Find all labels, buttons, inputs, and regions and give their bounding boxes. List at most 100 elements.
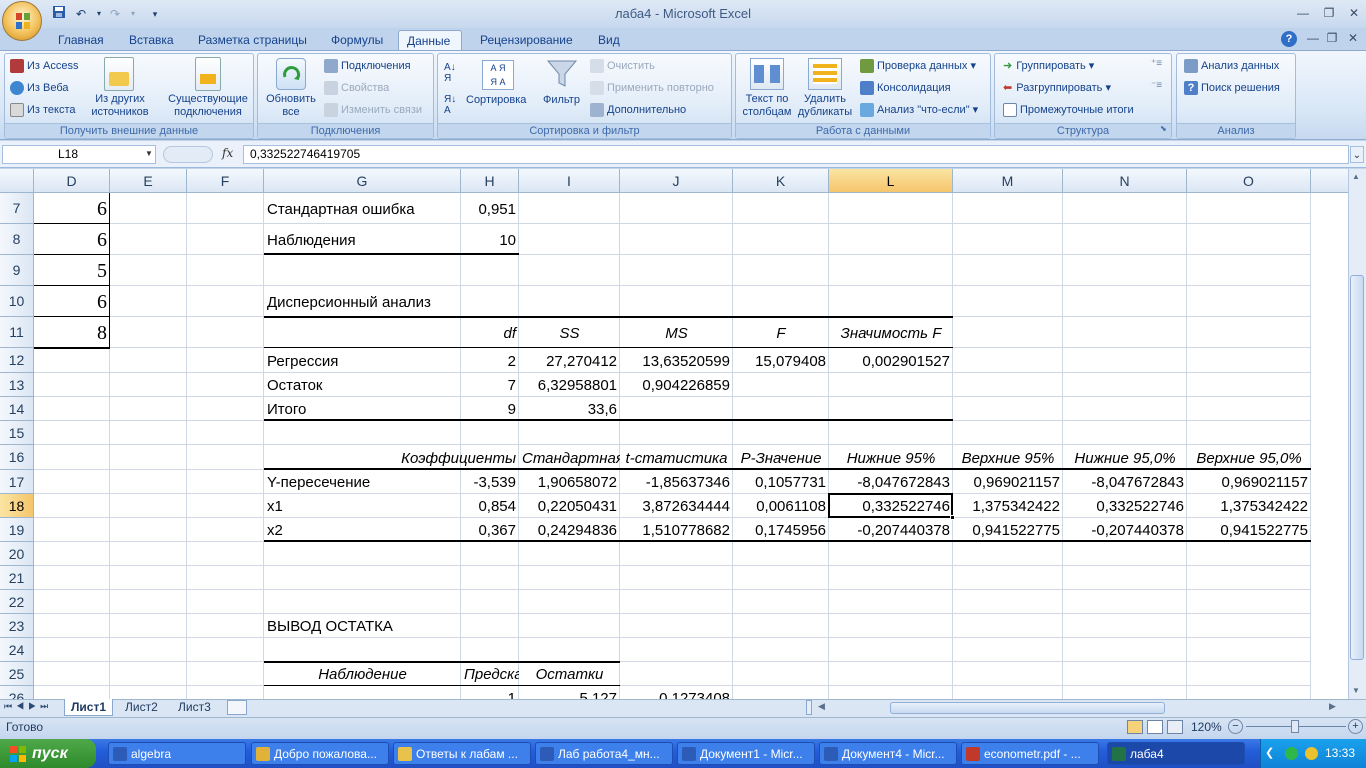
maximize-button[interactable]: ❐ <box>1318 5 1340 21</box>
row-header-22[interactable]: 22 <box>0 590 34 614</box>
hide-detail-icon[interactable]: ⁻≡ <box>1151 80 1162 91</box>
subtotal-button[interactable]: Промежуточные итоги <box>1003 103 1134 118</box>
cell-g7[interactable]: Стандартная ошибка <box>264 193 461 224</box>
tab-home[interactable]: Главная <box>50 30 112 50</box>
cell-n17[interactable]: -8,047672843 <box>1063 470 1187 494</box>
cell-h16[interactable] <box>461 445 519 470</box>
taskbar-item-1[interactable]: algebra <box>108 742 246 765</box>
cell-j18[interactable]: 3,872634444 <box>620 494 733 518</box>
cell-h11[interactable]: df <box>461 317 519 348</box>
cell-n18[interactable]: 0,332522746 <box>1063 494 1187 518</box>
tab-view[interactable]: Вид <box>590 30 628 50</box>
column-header-o[interactable]: O <box>1187 169 1311 193</box>
taskbar-item-2[interactable]: Добро пожалова... <box>251 742 389 765</box>
cell-i13[interactable]: 6,32958801 <box>519 373 620 397</box>
cell-j26[interactable]: 0,1273408 <box>620 686 733 699</box>
ribbon-restore-button[interactable]: ❐ <box>1321 30 1343 46</box>
from-other-sources-button[interactable]: Из других источников <box>90 93 150 119</box>
tray-expand-icon[interactable]: ❮ <box>1265 739 1274 768</box>
row-header-15[interactable]: 15 <box>0 421 34 445</box>
taskbar-item-8[interactable]: лаба4 <box>1107 742 1245 765</box>
cell-l11[interactable]: Значимость F <box>829 317 953 348</box>
cell-d11[interactable]: 8 <box>34 317 110 348</box>
row-header-9[interactable]: 9 <box>0 255 34 286</box>
formula-input[interactable]: 0,332522746419705 <box>243 145 1349 164</box>
filter-button[interactable]: Фильтр <box>543 93 580 107</box>
show-detail-icon[interactable]: ⁺≡ <box>1151 58 1162 69</box>
data-analysis-button[interactable]: Анализ данных <box>1184 59 1279 74</box>
refresh-all-button[interactable]: Обновить все <box>260 93 322 119</box>
cell-i14[interactable]: 33,6 <box>519 397 620 421</box>
cell-g17[interactable]: Y-пересечение <box>264 470 461 494</box>
cell-l17[interactable]: -8,047672843 <box>829 470 953 494</box>
scroll-down-icon[interactable]: ▼ <box>1352 686 1360 695</box>
cell-d8[interactable]: 6 <box>34 224 110 255</box>
page-layout-view-icon[interactable] <box>1147 720 1163 734</box>
row-header-20[interactable]: 20 <box>0 542 34 566</box>
column-header-k[interactable]: K <box>733 169 829 193</box>
sheet-tab-1[interactable]: Лист1 <box>64 699 114 716</box>
worksheet-grid[interactable]: D E F G H I J K L M N O 7 8 9 10 11 12 13 14 15 16 17 18 19 20 21 2… <box>0 169 1348 699</box>
data-validation-button[interactable]: Проверка данных ▾ <box>860 59 976 74</box>
cell-n19[interactable]: -0,207440378 <box>1063 518 1187 542</box>
select-all-corner[interactable] <box>0 169 34 193</box>
ungroup-button[interactable]: ⬅ Разгруппировать ▾ <box>1003 81 1111 95</box>
reapply-button[interactable]: Применить повторно <box>590 81 714 96</box>
workbook-close-button[interactable]: ✕ <box>1342 30 1364 46</box>
row-header-16[interactable]: 16 <box>0 445 34 470</box>
scroll-up-icon[interactable]: ▲ <box>1352 172 1360 181</box>
sheet-tab-3[interactable]: Лист3 <box>172 699 217 716</box>
cell-i19[interactable]: 0,24294836 <box>519 518 620 542</box>
cell-i16[interactable]: Стандартная ошибка <box>519 445 620 470</box>
cell-h8[interactable]: 10 <box>461 224 519 255</box>
cell-i12[interactable]: 27,270412 <box>519 348 620 373</box>
row-header-10[interactable]: 10 <box>0 286 34 317</box>
consolidate-button[interactable]: Консолидация <box>860 81 951 96</box>
cell-j16[interactable]: t-статистика <box>620 445 733 470</box>
cell-k18[interactable]: 0,0061108 <box>733 494 829 518</box>
cell-m17[interactable]: 0,969021157 <box>953 470 1063 494</box>
row-header-18[interactable]: 18 <box>0 494 34 518</box>
cell-h19[interactable]: 0,367 <box>461 518 519 542</box>
remove-duplicates-button[interactable]: Удалить дубликаты <box>796 93 854 119</box>
existing-connections-button[interactable]: Существующие подключения <box>165 93 251 119</box>
cell-i25[interactable]: Остатки <box>519 662 620 686</box>
cell-i17[interactable]: 1,90658072 <box>519 470 620 494</box>
from-access-button[interactable]: Из Access <box>10 59 78 74</box>
row-header-13[interactable]: 13 <box>0 373 34 397</box>
sheet-nav-icons[interactable]: ⏮◀▶⏭ <box>4 701 52 712</box>
cell-o18[interactable]: 1,375342422 <box>1187 494 1311 518</box>
normal-view-icon[interactable] <box>1127 720 1143 734</box>
insert-sheet-icon[interactable] <box>227 700 247 715</box>
cell-l16[interactable]: Нижние 95% <box>829 445 953 470</box>
name-box-dropdown-icon[interactable]: ▼ <box>145 149 153 158</box>
cell-o16[interactable]: Верхние 95,0% <box>1187 445 1311 470</box>
cell-j19[interactable]: 1,510778682 <box>620 518 733 542</box>
connections-button[interactable]: Подключения <box>324 59 411 74</box>
row-header-8[interactable]: 8 <box>0 224 34 255</box>
row-header-12[interactable]: 12 <box>0 348 34 373</box>
row-header-21[interactable]: 21 <box>0 566 34 590</box>
sort-button[interactable]: Сортировка <box>466 93 526 107</box>
cell-d9[interactable]: 5 <box>34 255 110 286</box>
cell-o19[interactable]: 0,941522775 <box>1187 518 1311 542</box>
text-to-columns-button[interactable]: Текст по столбцам <box>738 93 796 119</box>
minimize-button[interactable]: — <box>1292 5 1314 21</box>
cell-j12[interactable]: 13,63520599 <box>620 348 733 373</box>
cell-d7[interactable]: 6 <box>34 193 110 224</box>
cell-k16[interactable]: P-Значение <box>733 445 829 470</box>
zoom-level[interactable]: 120% <box>1191 720 1222 734</box>
help-icon[interactable]: ? <box>1281 31 1297 47</box>
row-header-23[interactable]: 23 <box>0 614 34 638</box>
cell-g25[interactable]: Наблюдение <box>264 662 461 686</box>
scroll-right-icon[interactable]: ▶ <box>1329 701 1336 712</box>
cell-d10[interactable]: 6 <box>34 286 110 317</box>
advanced-filter-button[interactable]: Дополнительно <box>590 103 686 118</box>
solver-button[interactable]: ? Поиск решения <box>1184 81 1280 96</box>
scroll-left-icon[interactable]: ◀ <box>818 701 825 712</box>
column-header-d[interactable]: D <box>34 169 110 193</box>
row-header-11[interactable]: 11 <box>0 317 34 348</box>
tray-network-icon[interactable] <box>1305 747 1318 760</box>
column-header-h[interactable]: H <box>461 169 519 193</box>
column-header-g[interactable]: G <box>264 169 461 193</box>
